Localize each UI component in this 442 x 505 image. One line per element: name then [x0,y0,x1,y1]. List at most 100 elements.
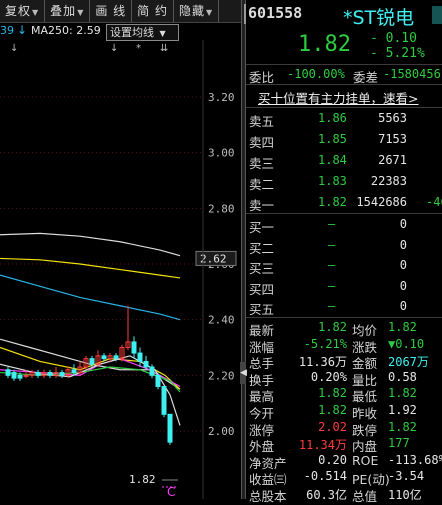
candle-body [149,366,155,376]
marker-arrow-icon: * [136,43,141,54]
hide-dropdown[interactable]: 隐藏▼ [174,0,220,22]
price-change-pct: - 5.21% [370,46,425,61]
stat-value: 0.20% [310,369,347,384]
candle-body [101,355,107,360]
candle-body [23,374,29,377]
buy-level-label: 买三 [249,261,275,276]
stat-label: 总股本 [249,489,287,504]
y-tick-label: 3.00 [208,147,235,160]
sell-level-volume: 2671 [378,153,407,167]
candle-body [71,369,77,374]
arrow-down-icon: ↓ [17,23,28,37]
buy-level-volume: 0 [399,237,407,252]
marker-arrow-icon: ↓ [110,43,118,54]
main-force-banner-link[interactable]: 买十位置有主力挂单，速看> [258,88,418,107]
marker-arrow-icon: ↓ [10,43,18,54]
name-overflow [432,6,442,24]
buy-level-label: 买四 [249,281,275,297]
weicha-value: -1580456 [383,67,441,81]
sell-level-price: 1.85 [318,132,347,146]
stat-value: ▼0.10 [388,336,425,351]
sell-level-price: 1.86 [318,111,347,125]
stat-value: -0.514 [303,469,347,484]
divider [246,213,442,214]
stat-value: 2.02 [318,419,347,434]
candle-body [113,355,119,360]
low-price-label: 1.82 [129,473,156,486]
stat-value: 1.82 [318,386,347,401]
stat-label: ROE [352,452,379,468]
buy-level-label: 买二 [249,240,275,256]
stat-value: 177 [388,436,410,451]
candle-body [11,372,17,379]
sell-level-label: 卖二 [249,177,275,192]
ma-settings-button[interactable]: 设置均线 ▼ [106,24,179,41]
stat-value: -5.21% [303,336,347,351]
restore-rights-dropdown[interactable]: 复权▼ [0,0,46,22]
chevron-down-icon: ▼ [32,8,40,17]
y-tick-label: 3.20 [208,91,235,104]
stat-value: 0.20 [318,452,347,467]
sell-level-label: 卖三 [249,156,275,171]
candle-body [167,413,173,443]
price-marker-label: 2.62 [200,252,227,265]
panel-divider [241,0,246,499]
toolbar-item-label: 简 约 [137,4,168,18]
candlestick-chart[interactable]: 3.203.002.802.602.402.202.00↓↓*⇊2.621.82… [0,40,241,499]
sell-level-label: 卖五 [249,114,275,129]
sell-level-change: -46 [426,195,442,209]
stat-value: 1.82 [388,386,417,401]
last-price: 1.82 [298,32,351,57]
stat-value: 11.36万 [298,355,347,370]
ma250-label: MA250: 2.59 [31,24,101,37]
candle-body [137,352,143,362]
candle-body [161,385,167,415]
stat-value: -113.68% [388,452,442,467]
stock-name: *ST锐电 [343,7,415,29]
candle-body [89,358,95,365]
stat-value: 2067万 [388,355,429,370]
overlay-dropdown[interactable]: 叠加▼ [45,0,91,22]
stat-value: 1.82 [388,320,417,334]
stat-value: 0.58 [388,369,417,384]
stat-value: -3.54 [388,469,425,484]
stock-code: 601558 [248,4,303,22]
stat-label: 总值 [352,489,378,504]
divider [246,64,442,65]
stat-value: 1.92 [388,403,417,417]
draw-line-button[interactable]: 画 线 [90,0,133,22]
stat-value: 1.82 [318,320,347,334]
y-tick-label: 2.80 [208,202,235,215]
chevron-down-icon: ▼ [206,8,214,17]
sell-level-volume: 1542686 [356,195,407,209]
candle-body [5,369,11,376]
buy-level-volume: 0 [399,217,407,231]
stat-value: 1.82 [388,419,417,434]
y-tick-label: 2.40 [208,314,235,327]
toolbar-item-label: 画 线 [95,4,127,18]
buy-level-volume: 0 [399,299,407,313]
candle-body [17,374,23,379]
toolbar-item-label: 复权 [5,4,32,18]
toolbar-item-label: 叠加 [50,4,77,18]
stat-value: 60.3亿 [306,488,347,502]
collapse-toggle[interactable]: ◀ [240,362,247,384]
buy-level-label: 买五 [249,302,275,317]
marker-arrow-icon: ⇊ [160,43,168,54]
sell-level-volume: 5563 [378,111,407,125]
buy-level-price: — [328,299,336,313]
y-tick-label: 2.00 [208,425,235,438]
ma-line-yellow [0,257,181,279]
sell-level-price: 1.82 [318,195,347,209]
chevron-down-icon: ▼ [77,8,85,17]
candle-body [35,372,41,376]
divider [246,107,442,108]
simple-mode-button[interactable]: 简 约 [132,0,174,22]
ma-settings-label: 设置均线 [110,26,154,39]
chart-toolbar: 复权▼ 叠加▼ 画 线简 约隐藏▼ [0,0,242,23]
candle-body [59,372,65,376]
price-change: - 0.10 [370,31,417,46]
candle-body [155,374,161,387]
stat-value: 1.82 [318,403,347,417]
chevron-down-icon: ▼ [159,29,166,38]
